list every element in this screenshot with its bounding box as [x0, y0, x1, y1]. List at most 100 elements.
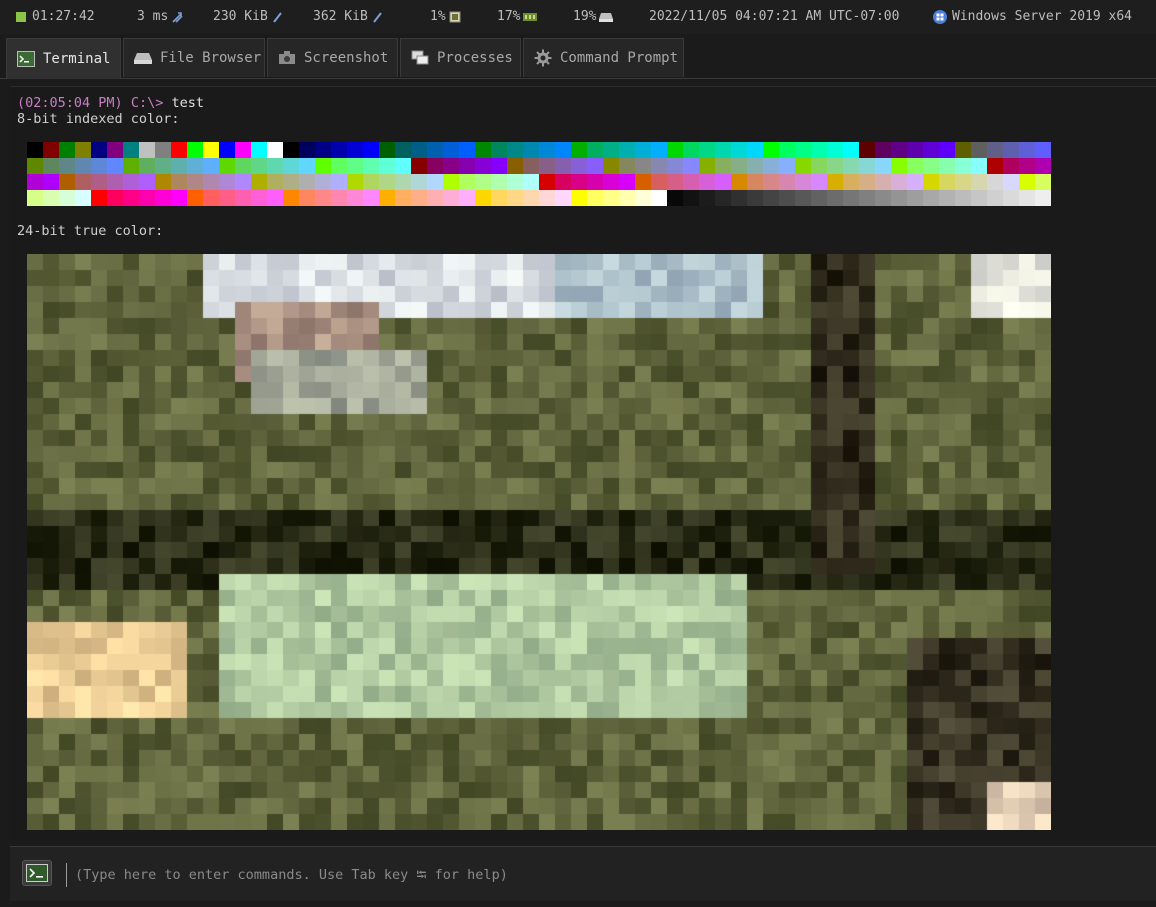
palette-swatch	[475, 190, 491, 206]
palette-swatch	[939, 158, 955, 174]
palette-swatch	[907, 158, 923, 174]
palette-swatch	[715, 158, 731, 174]
palette-swatch	[1003, 190, 1019, 206]
true-color-image	[27, 254, 1051, 830]
palette-swatch	[171, 158, 187, 174]
palette-swatch	[379, 158, 395, 174]
tab-terminal[interactable]: Terminal	[6, 38, 121, 79]
tab-processes[interactable]: Processes	[400, 38, 521, 77]
palette-swatch	[443, 158, 459, 174]
palette-swatch	[555, 174, 571, 190]
palette-swatch	[523, 142, 539, 158]
palette-swatch	[331, 190, 347, 206]
palette-swatch	[523, 158, 539, 174]
palette-swatch	[667, 190, 683, 206]
palette-swatch	[747, 158, 763, 174]
palette-swatch	[971, 190, 987, 206]
palette-swatch	[619, 158, 635, 174]
palette-swatch	[571, 158, 587, 174]
palette-swatch	[827, 158, 843, 174]
palette-swatch	[1019, 190, 1035, 206]
palette-swatch	[283, 142, 299, 158]
palette-swatch	[699, 174, 715, 190]
palette-swatch	[539, 142, 555, 158]
palette-swatch	[427, 174, 443, 190]
command-input[interactable]	[66, 863, 1137, 887]
tab-screenshot[interactable]: Screenshot	[267, 38, 398, 77]
palette-swatch	[43, 190, 59, 206]
palette-swatch	[827, 142, 843, 158]
palette-swatch	[139, 190, 155, 206]
palette-swatch	[811, 142, 827, 158]
palette-swatch	[331, 142, 347, 158]
palette-swatch	[683, 158, 699, 174]
palette-swatch	[635, 158, 651, 174]
palette-swatch	[379, 190, 395, 206]
terminal-button[interactable]	[22, 860, 52, 886]
palette-swatch	[603, 158, 619, 174]
latency-icon	[172, 11, 183, 23]
palette-swatch	[219, 158, 235, 174]
palette-swatch	[779, 190, 795, 206]
palette-swatch	[571, 142, 587, 158]
palette-swatch	[187, 142, 203, 158]
palette-swatch	[347, 190, 363, 206]
palette-swatch	[251, 142, 267, 158]
palette-swatch	[891, 158, 907, 174]
palette-swatch	[587, 174, 603, 190]
palette-swatch	[891, 174, 907, 190]
palette-swatch	[987, 190, 1003, 206]
palette-swatch	[555, 158, 571, 174]
palette-swatch	[43, 142, 59, 158]
terminal-prompt-icon	[26, 864, 48, 882]
palette-swatch	[923, 190, 939, 206]
palette-swatch	[59, 142, 75, 158]
palette-swatch	[267, 158, 283, 174]
palette-swatch	[635, 142, 651, 158]
palette-swatch	[299, 142, 315, 158]
palette-swatch	[1035, 190, 1051, 206]
palette-swatch	[475, 142, 491, 158]
palette-swatch	[315, 174, 331, 190]
palette-swatch	[75, 142, 91, 158]
palette-swatch	[987, 142, 1003, 158]
tab-command-prompt[interactable]: Command Prompt	[523, 38, 684, 77]
palette-swatch	[363, 158, 379, 174]
palette-swatch	[683, 142, 699, 158]
cpu-text: 1%	[430, 9, 446, 24]
palette-swatch	[923, 174, 939, 190]
palette-swatch	[459, 190, 475, 206]
palette-swatch	[27, 142, 43, 158]
palette-swatch	[619, 174, 635, 190]
palette-swatch	[763, 174, 779, 190]
palette-swatch	[59, 174, 75, 190]
palette-swatch	[1003, 174, 1019, 190]
palette-swatch	[971, 142, 987, 158]
palette-swatch	[587, 190, 603, 206]
palette-swatch	[763, 190, 779, 206]
datetime-indicator: 2022/11/05 04:07:21 AM UTC-07:00	[649, 9, 899, 24]
palette-swatch	[987, 174, 1003, 190]
palette-swatch	[395, 174, 411, 190]
palette-swatch	[427, 158, 443, 174]
latency-indicator: 3 ms	[137, 9, 183, 24]
palette-swatch	[155, 190, 171, 206]
palette-swatch	[651, 190, 667, 206]
palette-swatch	[971, 174, 987, 190]
palette-swatch	[123, 158, 139, 174]
terminal-output[interactable]: (02:05:04 PM) C:\> test 8-bit indexed co…	[10, 86, 1156, 840]
palette-swatch	[571, 190, 587, 206]
palette-swatch	[475, 174, 491, 190]
palette-swatch	[555, 142, 571, 158]
palette-swatch	[539, 158, 555, 174]
palette-swatch	[779, 142, 795, 158]
palette-swatch	[235, 174, 251, 190]
palette-swatch	[859, 190, 875, 206]
palette-swatch	[539, 174, 555, 190]
palette-swatch	[539, 190, 555, 206]
palette-swatch	[843, 174, 859, 190]
tab-file-browser[interactable]: File Browser	[123, 38, 265, 77]
palette-swatch	[123, 142, 139, 158]
palette-swatch	[635, 190, 651, 206]
palette-swatch	[459, 174, 475, 190]
